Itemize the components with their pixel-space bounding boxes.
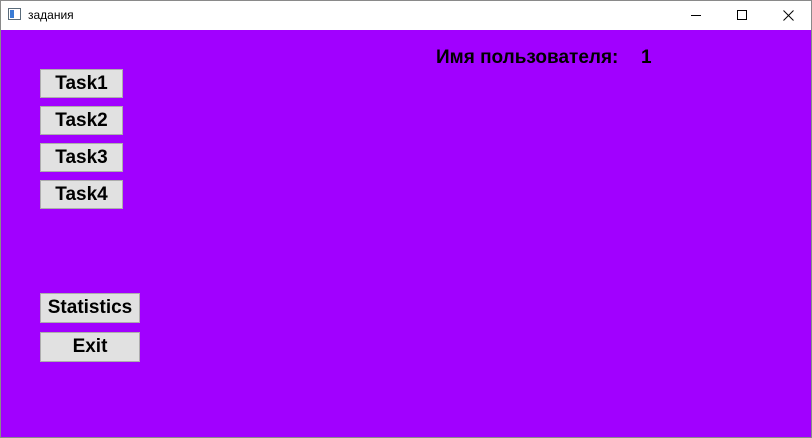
main-panel: Task1 Task2 Task3 Task4 Statistics Exit … bbox=[1, 30, 811, 437]
task2-button[interactable]: Task2 bbox=[40, 106, 123, 135]
close-icon bbox=[783, 10, 794, 21]
minimize-button[interactable] bbox=[673, 1, 719, 30]
title-bar[interactable]: задания bbox=[1, 1, 811, 30]
close-button[interactable] bbox=[765, 1, 811, 30]
app-window: задания Task1 Task2 Task3 Task4 Statisti… bbox=[0, 0, 812, 438]
task4-button[interactable]: Task4 bbox=[40, 180, 123, 209]
minimize-icon bbox=[691, 15, 701, 16]
app-window-icon bbox=[8, 8, 21, 20]
username-value: 1 bbox=[641, 47, 652, 68]
window-title: задания bbox=[28, 8, 74, 22]
exit-button[interactable]: Exit bbox=[40, 332, 140, 362]
maximize-icon bbox=[737, 10, 747, 20]
username-label: Имя пользователя: bbox=[436, 47, 619, 68]
maximize-button[interactable] bbox=[719, 1, 765, 30]
task3-button[interactable]: Task3 bbox=[40, 143, 123, 172]
statistics-button[interactable]: Statistics bbox=[40, 293, 140, 323]
task1-button[interactable]: Task1 bbox=[40, 69, 123, 98]
